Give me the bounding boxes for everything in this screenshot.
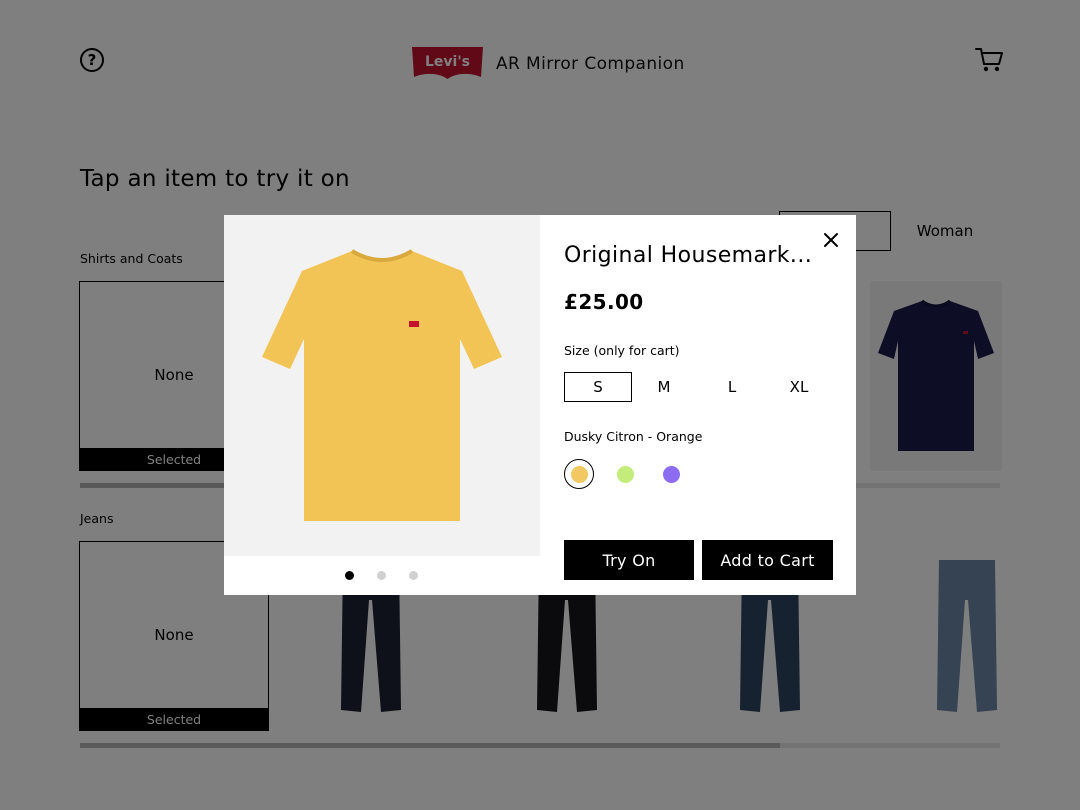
size-option-s[interactable]: S (564, 372, 632, 402)
color-swatch-citron[interactable] (564, 459, 594, 489)
swatch-chip (570, 465, 588, 483)
size-option-xl[interactable]: XL (765, 372, 833, 402)
carousel-dot-3[interactable] (409, 571, 418, 580)
size-label: Size (only for cart) (564, 343, 680, 358)
close-icon[interactable] (822, 231, 840, 249)
size-option-l[interactable]: L (698, 372, 766, 402)
try-on-button[interactable]: Try On (564, 540, 694, 580)
product-price: £25.00 (564, 290, 644, 314)
swatch-chip (616, 465, 634, 483)
product-image-area (224, 215, 540, 556)
carousel-dot-1[interactable] (345, 571, 354, 580)
add-to-cart-button[interactable]: Add to Cart (702, 540, 833, 580)
size-option-m[interactable]: M (630, 372, 698, 402)
swatch-chip (662, 465, 680, 483)
color-swatch-lime[interactable] (610, 459, 640, 489)
yellow-tshirt-image (262, 249, 502, 521)
product-modal: Original Housemark... £25.00 Size (only … (224, 215, 856, 595)
color-swatch-purple[interactable] (656, 459, 686, 489)
image-carousel-dots (224, 565, 540, 585)
carousel-dot-2[interactable] (377, 571, 386, 580)
product-name: Original Housemark... (564, 243, 813, 268)
color-label: Dusky Citron - Orange (564, 429, 703, 444)
